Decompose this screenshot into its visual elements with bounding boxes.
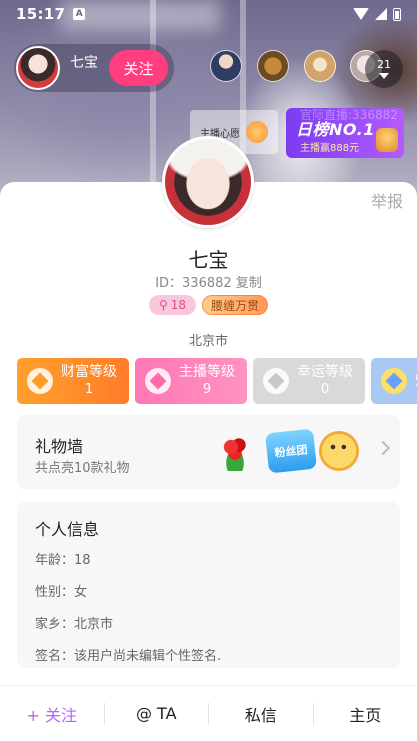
wealth-title-badge: 腰缠万贯 <box>202 295 269 315</box>
daily-rank-banner[interactable]: 官际直播:336882 日榜NO.1 主播赢888元 <box>286 108 404 158</box>
pufferfish-gift-icon <box>319 431 359 471</box>
status-icons <box>353 7 401 21</box>
wealth-level-card[interactable]: 财富等级 1 <box>17 358 129 404</box>
profile-avatar[interactable] <box>162 136 254 228</box>
money-bag-icon <box>376 128 398 152</box>
status-bar: 15:17 A <box>0 0 417 28</box>
personal-info-card: 个人信息 年龄：18 性别：女 家乡：北京市 签名：该用户尚未编辑个性签名. <box>17 502 400 668</box>
badge-row: ⚲ 18 腰缠万贯 <box>0 295 417 315</box>
host-avatar[interactable] <box>16 46 60 90</box>
fans-badge-value: 18 <box>170 298 187 312</box>
roses-gift-icon <box>215 431 255 471</box>
level-title: 主播等级 <box>179 364 235 380</box>
rank-subtitle: 主播赢888元 <box>300 143 360 154</box>
homepage-button[interactable]: 主页 <box>314 702 417 726</box>
level-strip: 财富等级 1 主播等级 9 幸运等级 0 魅 <box>17 358 417 404</box>
fans-club-gift-icon: 粉丝团 <box>265 428 317 474</box>
hometown-row: 家乡：北京市 <box>35 617 114 632</box>
private-message-button[interactable]: 私信 <box>209 702 313 726</box>
host-level-card[interactable]: 主播等级 9 <box>135 358 247 404</box>
level-title: 财富等级 <box>61 364 117 380</box>
level-value: 1 <box>84 382 94 397</box>
mention-button[interactable]: @ TA <box>105 704 209 723</box>
live-follow-button[interactable]: 关注 <box>109 50 168 86</box>
profile-location: 北京市 <box>188 334 228 349</box>
diamond-icon <box>263 368 289 394</box>
profile-id[interactable]: ID：336882 复制 <box>0 272 417 291</box>
viewer-avatar[interactable] <box>304 50 336 82</box>
age-row: 年龄：18 <box>35 553 91 568</box>
viewer-avatar[interactable] <box>210 50 242 82</box>
gift-wall[interactable]: 礼物墙 共点亮10款礼物 粉丝团 <box>17 415 400 489</box>
level-value: 0 <box>320 382 330 397</box>
status-time: 15:17 <box>16 5 66 23</box>
key-icon: ⚲ <box>158 298 168 312</box>
gift-icon <box>246 121 268 143</box>
signature-row: 签名：该用户尚未编辑个性签名. <box>35 649 222 664</box>
gift-wall-subtitle: 共点亮10款礼物 <box>35 461 130 476</box>
follow-button[interactable]: + 关注 <box>0 702 104 726</box>
notification-icon: A <box>73 8 86 20</box>
rank-title: 日榜NO.1 <box>296 120 375 139</box>
personal-info-title: 个人信息 <box>35 520 100 539</box>
charm-level-card[interactable]: 魅 <box>371 358 417 404</box>
gender-row: 性别：女 <box>35 585 88 600</box>
viewer-count: 21 <box>377 58 391 71</box>
bottom-action-bar: + 关注 @ TA 私信 主页 <box>0 685 417 741</box>
fans-badge: ⚲ 18 <box>148 295 197 315</box>
gift-wall-title: 礼物墙 <box>35 437 84 456</box>
report-button[interactable]: 举报 <box>371 188 403 212</box>
signal-icon <box>375 8 387 20</box>
diamond-icon <box>381 368 407 394</box>
diamond-icon <box>27 368 53 394</box>
viewer-avatar[interactable] <box>257 50 289 82</box>
chevron-down-icon <box>379 73 389 79</box>
profile-name: 七宝 <box>188 248 229 272</box>
luck-level-card[interactable]: 幸运等级 0 <box>253 358 365 404</box>
viewer-count-button[interactable]: 21 <box>365 50 403 88</box>
chevron-right-icon <box>375 440 391 456</box>
host-name: 七宝 <box>70 55 98 71</box>
level-value: 9 <box>202 382 212 397</box>
level-title: 幸运等级 <box>297 364 353 380</box>
battery-icon <box>393 7 401 21</box>
background-stripe <box>150 0 156 200</box>
diamond-icon <box>145 368 171 394</box>
wifi-icon <box>353 8 369 20</box>
